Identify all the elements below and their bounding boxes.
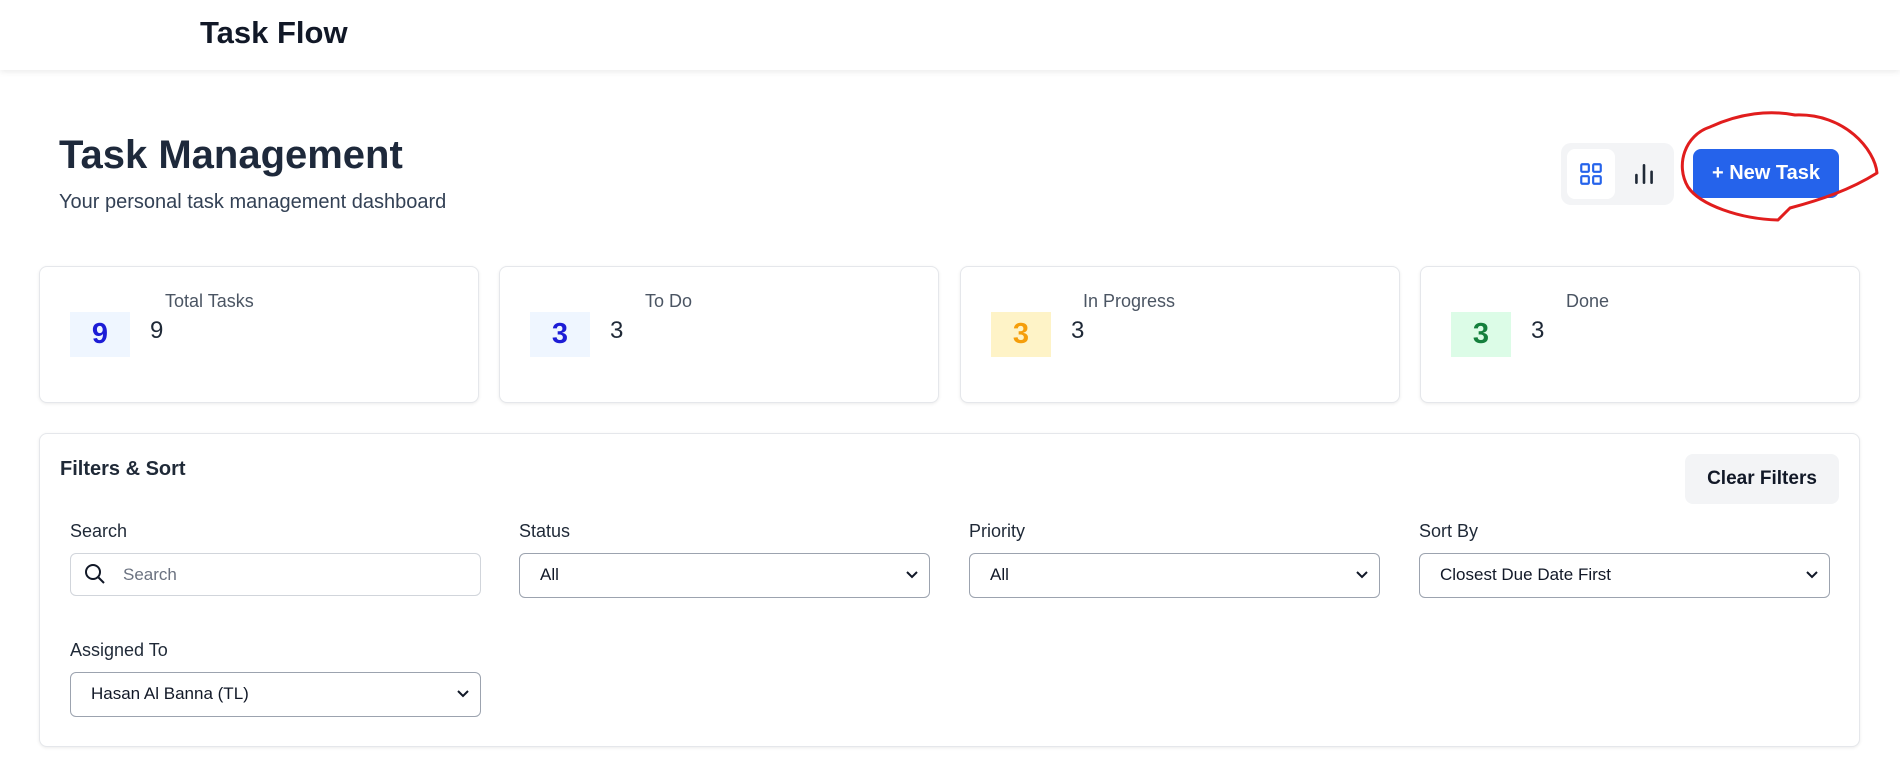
chart-view-button[interactable] [1620, 149, 1668, 199]
sort-by-label: Sort By [1419, 521, 1479, 541]
filters-title: Filters & Sort [60, 458, 186, 480]
new-task-button[interactable]: + New Task [1693, 149, 1839, 198]
grid-icon [1580, 163, 1602, 185]
stat-badge: 9 [70, 312, 130, 357]
stat-card-in-progress: In Progress 3 3 [960, 266, 1400, 403]
sort-by-selected: Closest Due Date First [1440, 565, 1611, 584]
filters-panel: Filters & Sort Clear Filters Search Stat… [39, 433, 1860, 747]
view-toggle [1561, 143, 1674, 205]
stat-badge: 3 [530, 312, 590, 357]
stat-card-total: Total Tasks 9 9 [39, 266, 479, 403]
page-subtitle: Your personal task management dashboard [59, 191, 447, 213]
search-label: Search [70, 521, 128, 541]
top-navbar: Task Flow [0, 0, 1900, 70]
stat-badge: 3 [991, 312, 1051, 357]
stat-value: 3 [1071, 317, 1085, 344]
search-input[interactable] [121, 556, 465, 593]
grid-view-button[interactable] [1567, 149, 1615, 199]
search-field[interactable] [70, 553, 481, 596]
search-icon [85, 564, 105, 584]
chevron-down-icon [457, 690, 469, 698]
assigned-to-label: Assigned To [70, 640, 168, 660]
sort-by-select[interactable]: Closest Due Date First [1419, 553, 1830, 598]
stat-label: Done [1566, 291, 1610, 311]
stat-label: To Do [645, 291, 693, 311]
chevron-down-icon [1806, 571, 1818, 579]
stat-label: In Progress [1083, 291, 1176, 311]
clear-filters-button[interactable]: Clear Filters [1685, 454, 1839, 504]
priority-select[interactable]: All [969, 553, 1380, 598]
stat-badge: 3 [1451, 312, 1511, 357]
stat-value: 9 [150, 317, 164, 344]
priority-selected: All [990, 565, 1009, 584]
bar-chart-icon [1635, 164, 1653, 184]
stat-card-done: Done 3 3 [1420, 266, 1860, 403]
assigned-to-select[interactable]: Hasan Al Banna (TL) [70, 672, 481, 717]
assigned-to-selected: Hasan Al Banna (TL) [91, 684, 249, 703]
stat-label: Total Tasks [165, 291, 254, 311]
status-select[interactable]: All [519, 553, 930, 598]
priority-label: Priority [969, 521, 1026, 541]
page-title: Task Management [59, 133, 403, 177]
status-label: Status [519, 521, 571, 541]
stat-value: 3 [610, 317, 624, 344]
chevron-down-icon [906, 571, 918, 579]
chevron-down-icon [1356, 571, 1368, 579]
stat-value: 3 [1531, 317, 1545, 344]
stat-card-todo: To Do 3 3 [499, 266, 939, 403]
app-brand[interactable]: Task Flow [200, 15, 348, 51]
status-selected: All [540, 565, 559, 584]
